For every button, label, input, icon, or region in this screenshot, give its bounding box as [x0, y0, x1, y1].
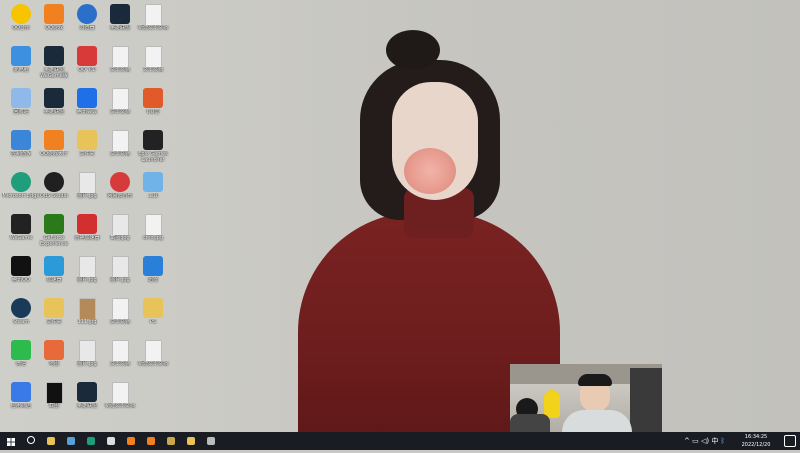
- document-icon: [145, 340, 162, 362]
- computer-icon: [11, 46, 31, 66]
- wechat-icon: [11, 340, 31, 360]
- desktop-icon[interactable]: 工具: [136, 170, 170, 212]
- game-icon: [143, 88, 163, 108]
- desktop-icon[interactable]: Epic Games Launcher: [136, 128, 170, 170]
- map-icon: [44, 340, 64, 360]
- search-icon[interactable]: [24, 434, 38, 448]
- desktop-icon-label: 新建文本文档: [137, 25, 168, 31]
- folder-icon: [77, 130, 97, 150]
- image-icon: [145, 214, 162, 236]
- desktop: QQ音乐 QQ游戏 浏览器 英雄联盟 新建文本文档 此电脑 英雄联盟WeGame版 QQ飞车文…: [0, 0, 800, 432]
- game-icon: [44, 4, 64, 24]
- desktop-icon-label: PS: [149, 319, 157, 325]
- image-icon: [46, 382, 63, 404]
- desktop-icon[interactable]: 文本文档: [136, 44, 170, 86]
- image-icon: [79, 298, 96, 320]
- league-icon: [44, 88, 64, 108]
- network-icon[interactable]: ▭: [692, 437, 699, 445]
- app-icon: [44, 256, 64, 276]
- image-icon: [112, 214, 129, 236]
- image-icon: [79, 256, 96, 278]
- league-icon: [77, 382, 97, 402]
- app-icon: [77, 214, 97, 234]
- bluetooth-icon[interactable]: ᛒ: [721, 437, 725, 445]
- desktop-icon[interactable]: PS: [136, 296, 170, 338]
- clock-time: 16:34:25: [744, 434, 768, 440]
- control-panel-icon: [11, 130, 31, 150]
- desktop-icon-label: 文本文档: [142, 67, 163, 73]
- document-icon: [112, 88, 129, 110]
- document-icon: [145, 46, 162, 68]
- obs-icon[interactable]: [204, 434, 218, 448]
- chevron-up-icon[interactable]: ^: [684, 437, 690, 445]
- game-icon: [44, 130, 64, 150]
- desktop-icon-label: QQ堂: [146, 109, 160, 115]
- wegame-icon: [11, 214, 31, 234]
- app-icon: [11, 382, 31, 402]
- document-icon: [112, 298, 129, 320]
- app-icon[interactable]: [184, 434, 198, 448]
- folder-icon[interactable]: [44, 434, 58, 448]
- game-icon[interactable]: [144, 434, 158, 448]
- desktop-icon-label: 迅雷: [147, 277, 158, 283]
- system-tray[interactable]: ^ ▭ ◁) 中 ᛒ: [684, 436, 725, 446]
- epic-icon: [143, 130, 163, 150]
- desktop-icon-label: cmd.jpg: [142, 235, 164, 241]
- document-icon: [112, 130, 129, 152]
- image-icon: [79, 340, 96, 362]
- globe-icon: [77, 4, 97, 24]
- obs-icon: [44, 172, 64, 192]
- game-icon: [77, 46, 97, 66]
- league-icon: [44, 46, 64, 66]
- taskbar: ^ ▭ ◁) 中 ᛒ 16:34:25 2022/12/20: [0, 432, 800, 450]
- desktop-icon[interactable]: 新建文本文档: [103, 380, 137, 422]
- windows-icon[interactable]: [4, 434, 18, 448]
- webcam-person-hair: [578, 374, 612, 386]
- meeting-icon: [77, 88, 97, 108]
- document-icon: [112, 340, 129, 362]
- desktop-icon-label: 新建文本文档: [104, 403, 135, 409]
- desktop-icon[interactable]: 新建文本文档: [136, 338, 170, 380]
- image-icon: [112, 256, 129, 278]
- webcam-yellow-figure: [544, 390, 560, 418]
- steam-icon: [11, 298, 31, 318]
- desktop-icon-label: Epic Games Launcher: [138, 151, 168, 163]
- wallpaper-hair-bun: [386, 30, 440, 70]
- volume-icon[interactable]: ◁): [701, 437, 709, 445]
- document-icon: [145, 4, 162, 26]
- recycle-bin-icon: [11, 88, 31, 108]
- game-icon[interactable]: [124, 434, 138, 448]
- wallpaper-flower: [404, 148, 456, 194]
- tool-icon: [143, 172, 163, 192]
- notification-icon[interactable]: [784, 435, 796, 447]
- language-icon[interactable]: 中: [711, 437, 718, 445]
- desktop-icon[interactable]: cmd.jpg: [136, 212, 170, 254]
- image-icon: [79, 172, 96, 194]
- desktop-icon[interactable]: QQ堂: [136, 86, 170, 128]
- music-icon: [110, 172, 130, 192]
- edge-icon: [11, 172, 31, 192]
- qq-icon: [11, 256, 31, 276]
- desktop-icon-label: 新建文本文档: [137, 361, 168, 367]
- desktop-icon[interactable]: 迅雷: [136, 254, 170, 296]
- league-icon: [110, 4, 130, 24]
- desktop-icon[interactable]: 新建文本文档: [136, 2, 170, 44]
- nvidia-icon: [44, 214, 64, 234]
- clock-date: 2022/12/20: [741, 442, 771, 448]
- steam-icon[interactable]: [64, 434, 78, 448]
- download-icon: [143, 256, 163, 276]
- clock[interactable]: 16:34:25 2022/12/20: [732, 433, 780, 449]
- music-icon: [11, 4, 31, 24]
- folder-icon: [44, 298, 64, 318]
- document-icon: [112, 382, 129, 404]
- edge-icon[interactable]: [84, 434, 98, 448]
- league-icon[interactable]: [164, 434, 178, 448]
- obs-icon[interactable]: [104, 434, 118, 448]
- folder-icon: [143, 298, 163, 318]
- document-icon: [112, 46, 129, 68]
- desktop-icon-label: 工具: [147, 193, 158, 199]
